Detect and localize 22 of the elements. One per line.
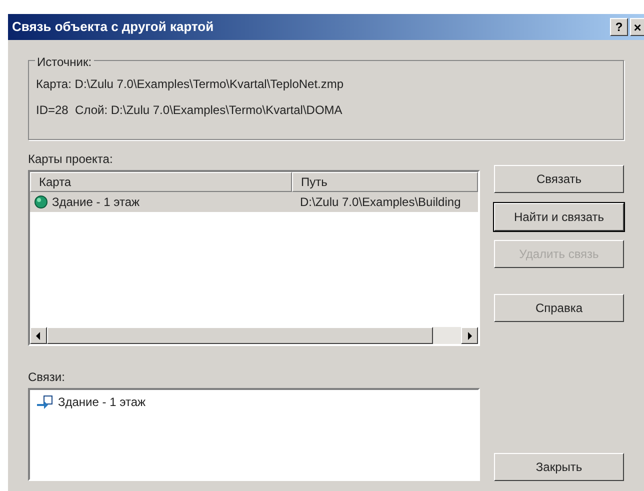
close-button[interactable]: × — [630, 18, 644, 36]
table-cell-text: D:\Zulu 7.0\Examples\Building — [299, 194, 462, 211]
section-label: Карты проекта: — [28, 151, 114, 168]
column-header[interactable]: Карта — [30, 172, 292, 192]
left-arrow-icon[interactable] — [36, 332, 41, 340]
section-label: Связи: — [28, 369, 66, 386]
window-title: Связь объекта с другой картой — [12, 18, 215, 36]
globe-icon — [34, 195, 48, 209]
source-text: Карта: D:\Zulu 7.0\Examples\Termo\Kvartal\TeploNet.zmp — [36, 76, 345, 93]
list-item-label: Здание - 1 этаж — [58, 394, 146, 411]
column-header[interactable]: Путь — [292, 172, 478, 192]
dialog-button[interactable]: Закрыть — [494, 453, 624, 481]
dialog-button[interactable]: Справка — [494, 294, 624, 322]
link-icon — [36, 395, 54, 409]
dialog-button[interactable]: Найти и связать — [494, 203, 624, 231]
right-arrow-icon[interactable] — [467, 332, 472, 340]
table-row[interactable]: Здание - 1 этаж D:\Zulu 7.0\Examples\Building — [30, 192, 478, 212]
source-text: ID=28 Слой: D:\Zulu 7.0\Examples\Termo\Kvartal\DOMA — [36, 102, 344, 119]
table-cell-text: Здание - 1 этаж — [52, 194, 140, 211]
dialog-button[interactable]: Связать — [494, 165, 624, 193]
list-item[interactable]: Здание - 1 этаж — [32, 392, 476, 412]
help-button[interactable]: ? — [610, 18, 628, 36]
